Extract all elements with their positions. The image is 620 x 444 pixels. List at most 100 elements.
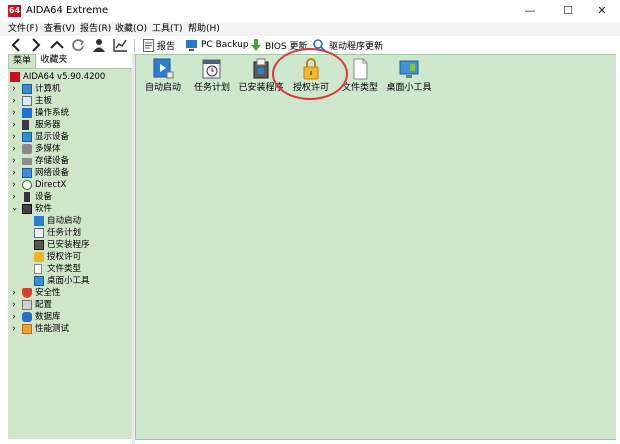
tree-item-label: 授权许可 bbox=[47, 252, 82, 262]
report-button[interactable]: 报告 bbox=[143, 37, 175, 53]
report-icon bbox=[143, 38, 154, 52]
tree-item-storage[interactable]: › 存储设备 bbox=[8, 155, 69, 167]
config-icon bbox=[22, 300, 32, 310]
tree-item-directx[interactable]: › DirectX bbox=[8, 179, 66, 191]
file-type-icon bbox=[353, 58, 368, 80]
storage-icon bbox=[22, 157, 32, 165]
autostart-icon bbox=[34, 216, 44, 226]
chevron-right-icon[interactable]: › bbox=[10, 83, 18, 95]
report-label: 报告 bbox=[157, 41, 176, 52]
chevron-right-icon[interactable]: › bbox=[10, 95, 18, 107]
tree-item-label: 多媒体 bbox=[35, 144, 61, 154]
user-button[interactable] bbox=[89, 36, 109, 54]
tab-favorites[interactable]: 收藏夹 bbox=[36, 54, 72, 67]
tree-subitem-gadgets[interactable]: 桌面小工具 bbox=[34, 275, 90, 287]
chart-button[interactable] bbox=[110, 36, 130, 54]
tile-autostart[interactable]: 自动启动 bbox=[138, 57, 188, 97]
license-lock-icon bbox=[34, 252, 44, 262]
tree-item-config[interactable]: › 配置 bbox=[8, 299, 52, 311]
tree-subitem-autostart[interactable]: 自动启动 bbox=[34, 215, 81, 227]
tree-item-label: 软件 bbox=[35, 204, 53, 214]
pc-backup-button[interactable]: PC Backup bbox=[185, 37, 249, 53]
tree-item-network[interactable]: › 网络设备 bbox=[8, 167, 69, 179]
minimize-button[interactable]: — bbox=[512, 0, 548, 22]
chevron-right-icon[interactable]: › bbox=[10, 143, 18, 155]
chevron-right-icon[interactable]: › bbox=[10, 191, 18, 203]
menu-help[interactable]: 帮助(H) bbox=[188, 23, 220, 35]
tree-item-server[interactable]: › 服务器 bbox=[8, 119, 61, 131]
tree-item-display[interactable]: › 显示设备 bbox=[8, 131, 69, 143]
file-type-icon bbox=[34, 264, 42, 274]
xbox-icon bbox=[22, 180, 32, 190]
up-button[interactable] bbox=[47, 36, 67, 54]
menu-file[interactable]: 文件(F) bbox=[8, 23, 38, 35]
tree-item-os[interactable]: › 操作系统 bbox=[8, 107, 69, 119]
tree-subitem-scheduled-tasks[interactable]: 任务计划 bbox=[34, 227, 81, 239]
benchmark-icon bbox=[22, 324, 32, 334]
installed-programs-icon bbox=[34, 240, 44, 250]
tree-item-label: 显示设备 bbox=[35, 132, 70, 142]
chevron-right-icon[interactable]: › bbox=[10, 323, 18, 335]
chevron-right-icon[interactable]: › bbox=[10, 107, 18, 119]
tree-item-security[interactable]: › 安全性 bbox=[8, 287, 61, 299]
shield-icon bbox=[22, 288, 32, 298]
scheduled-task-icon bbox=[202, 59, 221, 79]
tree-item-label: 安全性 bbox=[35, 288, 61, 298]
tree-item-label: 计算机 bbox=[35, 84, 61, 94]
driver-update-label: 驱动程序更新 bbox=[329, 41, 384, 52]
chevron-right-icon[interactable]: › bbox=[10, 155, 18, 167]
scheduled-task-icon bbox=[34, 228, 44, 238]
refresh-icon bbox=[72, 39, 85, 51]
tile-scheduled-tasks[interactable]: 任务计划 bbox=[187, 57, 237, 97]
chevron-up-icon bbox=[50, 40, 64, 49]
refresh-button[interactable] bbox=[68, 36, 88, 54]
chevron-down-icon[interactable]: › bbox=[8, 205, 20, 213]
app-logo-icon: 64 bbox=[8, 5, 21, 17]
tree-item-label: 操作系统 bbox=[35, 108, 70, 118]
pc-backup-icon bbox=[186, 39, 197, 51]
menu-favorites[interactable]: 收藏(O) bbox=[115, 23, 147, 35]
tree-subitem-licenses[interactable]: 授权许可 bbox=[34, 251, 81, 263]
chevron-right-icon[interactable]: › bbox=[10, 299, 18, 311]
tree-item-label: 任务计划 bbox=[47, 228, 82, 238]
software-icon bbox=[22, 204, 32, 214]
chevron-right-icon[interactable]: › bbox=[10, 119, 18, 131]
chevron-right-icon[interactable]: › bbox=[10, 131, 18, 143]
tree-item-benchmark[interactable]: › 性能测试 bbox=[8, 323, 69, 335]
tree-root[interactable]: AIDA64 v5.90.4200 bbox=[10, 71, 105, 83]
tree-item-database[interactable]: › 数据库 bbox=[8, 311, 61, 323]
tree-item-label: 网络设备 bbox=[35, 168, 70, 178]
tree-subitem-installed-programs[interactable]: 已安装程序 bbox=[34, 239, 90, 251]
chevron-right-icon[interactable]: › bbox=[10, 179, 18, 191]
tree-item-label: 性能测试 bbox=[35, 324, 70, 334]
device-icon bbox=[24, 192, 30, 202]
tree-item-computer[interactable]: › 计算机 bbox=[8, 83, 61, 95]
maximize-button[interactable]: ☐ bbox=[550, 0, 586, 22]
menu-view[interactable]: 查看(V) bbox=[44, 23, 75, 35]
desktop-gadget-icon bbox=[34, 276, 44, 286]
aida64-logo-icon bbox=[10, 72, 20, 82]
tree-item-label: 配置 bbox=[35, 300, 53, 310]
window-edge bbox=[616, 54, 620, 444]
line-chart-icon bbox=[112, 39, 127, 52]
tree-item-label: DirectX bbox=[35, 180, 67, 190]
back-button[interactable] bbox=[6, 36, 26, 54]
menu-tools[interactable]: 工具(T) bbox=[152, 23, 183, 35]
tree-item-devices[interactable]: › 设备 bbox=[8, 191, 52, 203]
forward-button[interactable] bbox=[26, 36, 46, 54]
tile-label: 自动启动 bbox=[144, 83, 181, 93]
tree-item-motherboard[interactable]: › 主板 bbox=[8, 95, 52, 107]
tree-subitem-file-types[interactable]: 文件类型 bbox=[34, 263, 81, 275]
tree-item-multimedia[interactable]: › 多媒体 bbox=[8, 143, 61, 155]
tree-item-software[interactable]: › 软件 bbox=[8, 203, 52, 215]
chevron-right-icon[interactable]: › bbox=[10, 287, 18, 299]
database-icon bbox=[22, 312, 32, 322]
menu-report[interactable]: 报告(R) bbox=[80, 23, 111, 35]
close-button[interactable]: ✕ bbox=[584, 0, 620, 22]
toolbar-separator bbox=[134, 39, 135, 52]
chevron-right-icon[interactable]: › bbox=[10, 311, 18, 323]
installed-programs-icon bbox=[253, 58, 269, 79]
chevron-right-icon[interactable]: › bbox=[10, 167, 18, 179]
tab-menu[interactable]: 菜单 bbox=[8, 54, 36, 68]
tile-desktop-gadgets[interactable]: 桌面小工具 bbox=[384, 57, 434, 97]
